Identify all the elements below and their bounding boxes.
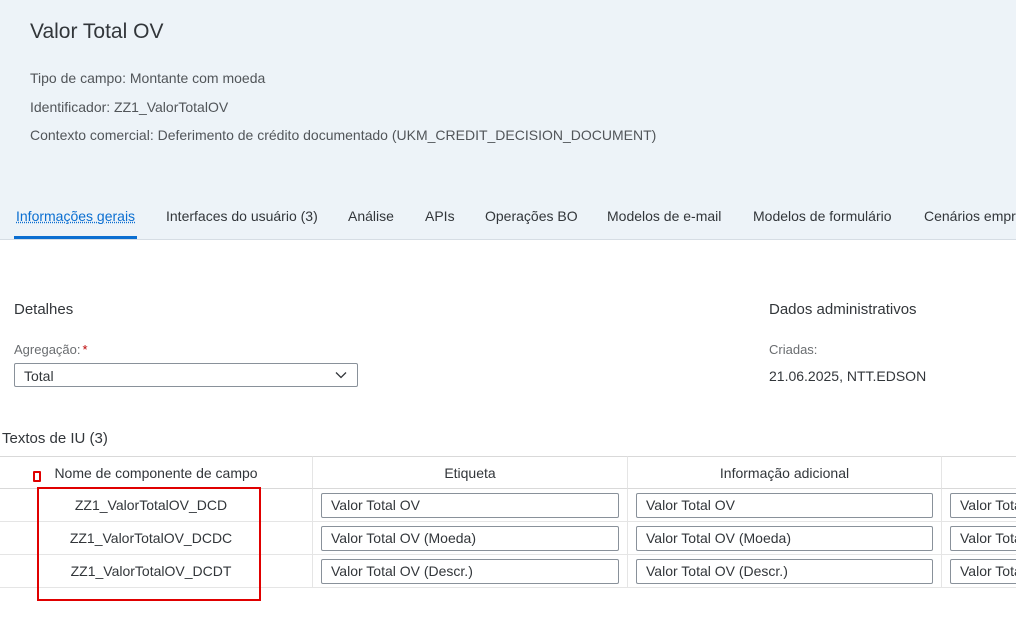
admin-section-title: Dados administrativos [769,301,917,318]
additional-info-input[interactable]: Valor Total OV (Moeda) [636,526,933,551]
tab-bo-operations[interactable]: Operações BO [485,208,578,224]
label-input[interactable]: Valor Total OV [321,493,619,518]
chevron-down-icon[interactable] [334,368,348,382]
label-input[interactable]: Valor Total OV (Descr.) [321,559,619,584]
aggregation-select[interactable]: Total [14,363,358,387]
created-value: 21.06.2025, NTT.EDSON [769,368,927,384]
details-section-title: Detalhes [14,301,74,318]
additional-info-input[interactable]: Valor Total OV (Descr.) [636,559,933,584]
created-label: Criadas: [769,342,818,357]
field-type-text: Tipo de campo: Montante com moeda [30,70,266,86]
tab-business-scenarios[interactable]: Cenários empre [924,208,1016,224]
tab-user-interfaces[interactable]: Interfaces do usuário (3) [166,208,318,224]
highlight-annotation-box [37,487,261,601]
identifier-text: Identificador: ZZ1_ValorTotalOV [30,99,229,115]
extra-input[interactable]: Valor Tota [950,526,1016,551]
aggregation-select-value: Total [24,368,54,384]
extra-input[interactable]: Valor Tota [950,559,1016,584]
row-selector-marker [33,471,41,482]
required-marker: * [82,342,88,357]
tab-general-information[interactable]: Informações gerais [16,208,135,224]
column-header-additional[interactable]: Informação adicional [628,456,942,489]
extra-input[interactable]: Valor Tota [950,493,1016,518]
additional-info-input[interactable]: Valor Total OV [636,493,933,518]
page-title: Valor Total OV [30,20,164,43]
object-page-header: Valor Total OV Tipo de campo: Montante c… [0,0,1016,240]
tab-bar: Informações gerais Interfaces do usuário… [0,198,1016,240]
business-context-text: Contexto comercial: Deferimento de crédi… [30,127,657,143]
column-header-extra [942,456,1016,489]
aggregation-label: Agregação: * [14,342,88,357]
tab-apis[interactable]: APIs [425,208,455,224]
active-tab-indicator [14,236,137,239]
label-input[interactable]: Valor Total OV (Moeda) [321,526,619,551]
tab-analysis[interactable]: Análise [348,208,394,224]
ui-texts-title: Textos de IU (3) [2,430,108,447]
column-header-component[interactable]: Nome de componente de campo [0,456,313,489]
tab-form-templates[interactable]: Modelos de formulário [753,208,892,224]
tab-email-templates[interactable]: Modelos de e-mail [607,208,721,224]
column-header-label[interactable]: Etiqueta [313,456,628,489]
